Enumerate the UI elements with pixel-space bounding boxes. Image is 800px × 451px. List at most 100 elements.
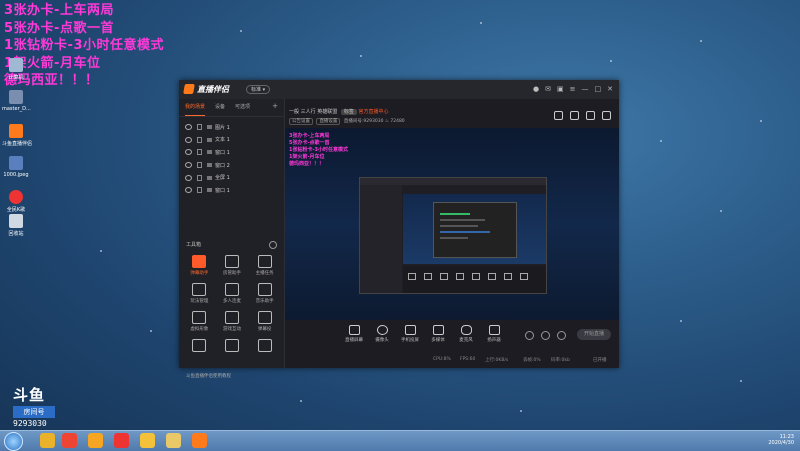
tool-game[interactable]: 游戏互动 [216,311,249,332]
room-level: 一般 [289,109,300,115]
tool-room-admin[interactable]: 房管助手 [216,255,249,276]
scene-item[interactable]: 窗口 1 [185,146,284,159]
scene-label: 全屏 1 [215,175,230,182]
lock-icon[interactable] [197,174,202,181]
tool-play[interactable]: 玩法管理 [183,283,216,304]
control-label: 多媒体 [431,338,445,343]
scene-item[interactable]: 图片 1 [185,121,284,134]
desktop-icon-master[interactable]: master_D... [2,90,31,112]
system-tray[interactable]: 11:23 2020/4/30 [768,434,794,446]
eye-icon[interactable] [185,174,192,181]
scene-list: 图片 1 文本 1 窗口 1 窗口 2 全屏 1 窗口 1 [179,117,284,197]
eye-icon[interactable] [185,124,192,131]
tool-multi-mic[interactable]: 多人连麦 [216,283,249,304]
desktop-icon-image[interactable]: 1000.jpeg [2,156,30,178]
tool-danmu[interactable]: 弹幕助手 [183,255,216,276]
screen-capture-button[interactable]: 直播屏幕 [341,325,367,343]
room-tag: 房间号 [13,406,55,418]
desktop-icon-computer[interactable]: 计算机 [2,58,30,81]
gift-icon[interactable]: ▣ [557,85,564,93]
bag-icon[interactable] [586,111,595,120]
avatar-icon[interactable]: ● [533,85,539,93]
game-icon [224,311,239,324]
scene-item[interactable]: 全屏 1 [185,171,284,184]
share-icon[interactable] [602,111,611,120]
add-scene-button[interactable]: + [272,103,278,116]
gift-box-icon[interactable] [554,111,563,120]
tab-devices[interactable]: 设备 [215,103,225,116]
desktop-icon-recycle[interactable]: 回收站 [2,214,30,237]
control-label: 摄像头 [375,338,389,343]
microphone-button[interactable]: 麦克风 [453,325,479,343]
chrome-icon[interactable] [40,433,55,448]
record-icon[interactable] [525,331,534,340]
tool-label: 弹幕投 [257,327,272,332]
tool-extra-3[interactable] [248,339,281,354]
close-icon[interactable]: ✕ [607,85,613,93]
minimize-icon[interactable]: — [582,85,589,93]
tag-button[interactable]: 标签 [340,109,357,115]
room-category[interactable]: 英雄联盟 [317,109,337,115]
scene-item[interactable]: 窗口 2 [185,159,284,172]
app-icon[interactable] [62,433,77,448]
douyu-icon[interactable] [192,433,207,448]
eye-icon[interactable] [185,162,192,169]
lock-icon[interactable] [197,136,202,143]
notice-link[interactable]: 官方直播中心 [358,109,388,115]
start-button[interactable] [4,432,23,451]
app-icon-4[interactable] [140,433,155,448]
speaker-button[interactable]: 扬声器 [481,325,507,343]
computer-icon [9,58,23,72]
desktop-icon-kge[interactable]: 全民K歌 [2,190,30,213]
tutorial-link[interactable]: 斗鱼直播伴侣使用教程 [186,373,231,379]
tool-danmu-cast[interactable]: 弹幕投 [248,311,281,332]
tool-extra-2[interactable] [216,339,249,354]
maximize-icon[interactable]: □ [595,85,602,93]
tool-music[interactable]: 音乐助手 [248,283,281,304]
eye-icon[interactable] [185,187,192,194]
room-meta: 公告设置 直播设置 直播间号:9293030 ♨ 72480 [289,118,405,125]
overlay-line: 1张钻粉卡-3小时任意模式 [4,38,164,53]
phone-cast-button[interactable]: 手机投屏 [397,325,423,343]
toolbox-settings-icon[interactable] [269,241,277,249]
tool-extra-1[interactable] [183,339,216,354]
status-fps: FPS:60 [460,357,476,362]
play-icon [432,325,444,335]
multimedia-button[interactable]: 多媒体 [425,325,451,343]
app-icon-3[interactable] [114,433,129,448]
lock-icon[interactable] [197,162,202,169]
scene-item[interactable]: 窗口 1 [185,184,284,197]
lock-icon[interactable] [570,111,579,120]
tab-options[interactable]: 可选项 [235,103,250,116]
eye-icon[interactable] [185,149,192,156]
stream-preview[interactable]: 3张办卡-上车两局 5张办卡-点歌一首 1张钻粉卡-3小时任意模式 1架火箭-月… [285,128,619,320]
live-settings-button[interactable]: 直播设置 [316,118,341,125]
tool-label: 弹幕助手 [190,271,209,276]
eye-icon[interactable] [541,331,550,340]
menu-icon[interactable]: ≡ [570,85,576,93]
desktop-icon-douyu[interactable]: 斗鱼直播伴侣 [2,124,32,147]
tool-icon [257,339,272,352]
eye-icon[interactable] [185,136,192,143]
start-live-button[interactable]: 开始直播 [577,329,611,340]
folder-icon[interactable] [166,433,181,448]
version-dropdown[interactable]: 标准 ▾ [246,85,271,94]
tool-avatar[interactable]: 虚拟形象 [183,311,216,332]
settings-icon[interactable] [557,331,566,340]
lock-icon[interactable] [197,149,202,156]
lock-icon[interactable] [197,124,202,131]
tab-scenes[interactable]: 我的场景 [185,103,206,116]
image-source-icon [207,125,212,130]
announcement-button[interactable]: 公告设置 [289,118,313,125]
tool-label: 虚拟形象 [190,327,209,332]
lock-icon[interactable] [197,187,202,194]
left-panel: 我的场景 设备 可选项 + 图片 1 文本 1 窗口 1 窗口 2 全屏 1 窗… [179,99,285,379]
virtual-avatar-icon [192,311,207,324]
app-icon-2[interactable] [88,433,103,448]
mic-link-icon [224,283,239,296]
camera-button[interactable]: 摄像头 [369,325,395,343]
message-icon[interactable]: ✉ [545,85,551,93]
control-label: 手机投屏 [401,338,419,343]
tool-tasks[interactable]: 主播任务 [248,255,281,276]
scene-item[interactable]: 文本 1 [185,134,284,147]
